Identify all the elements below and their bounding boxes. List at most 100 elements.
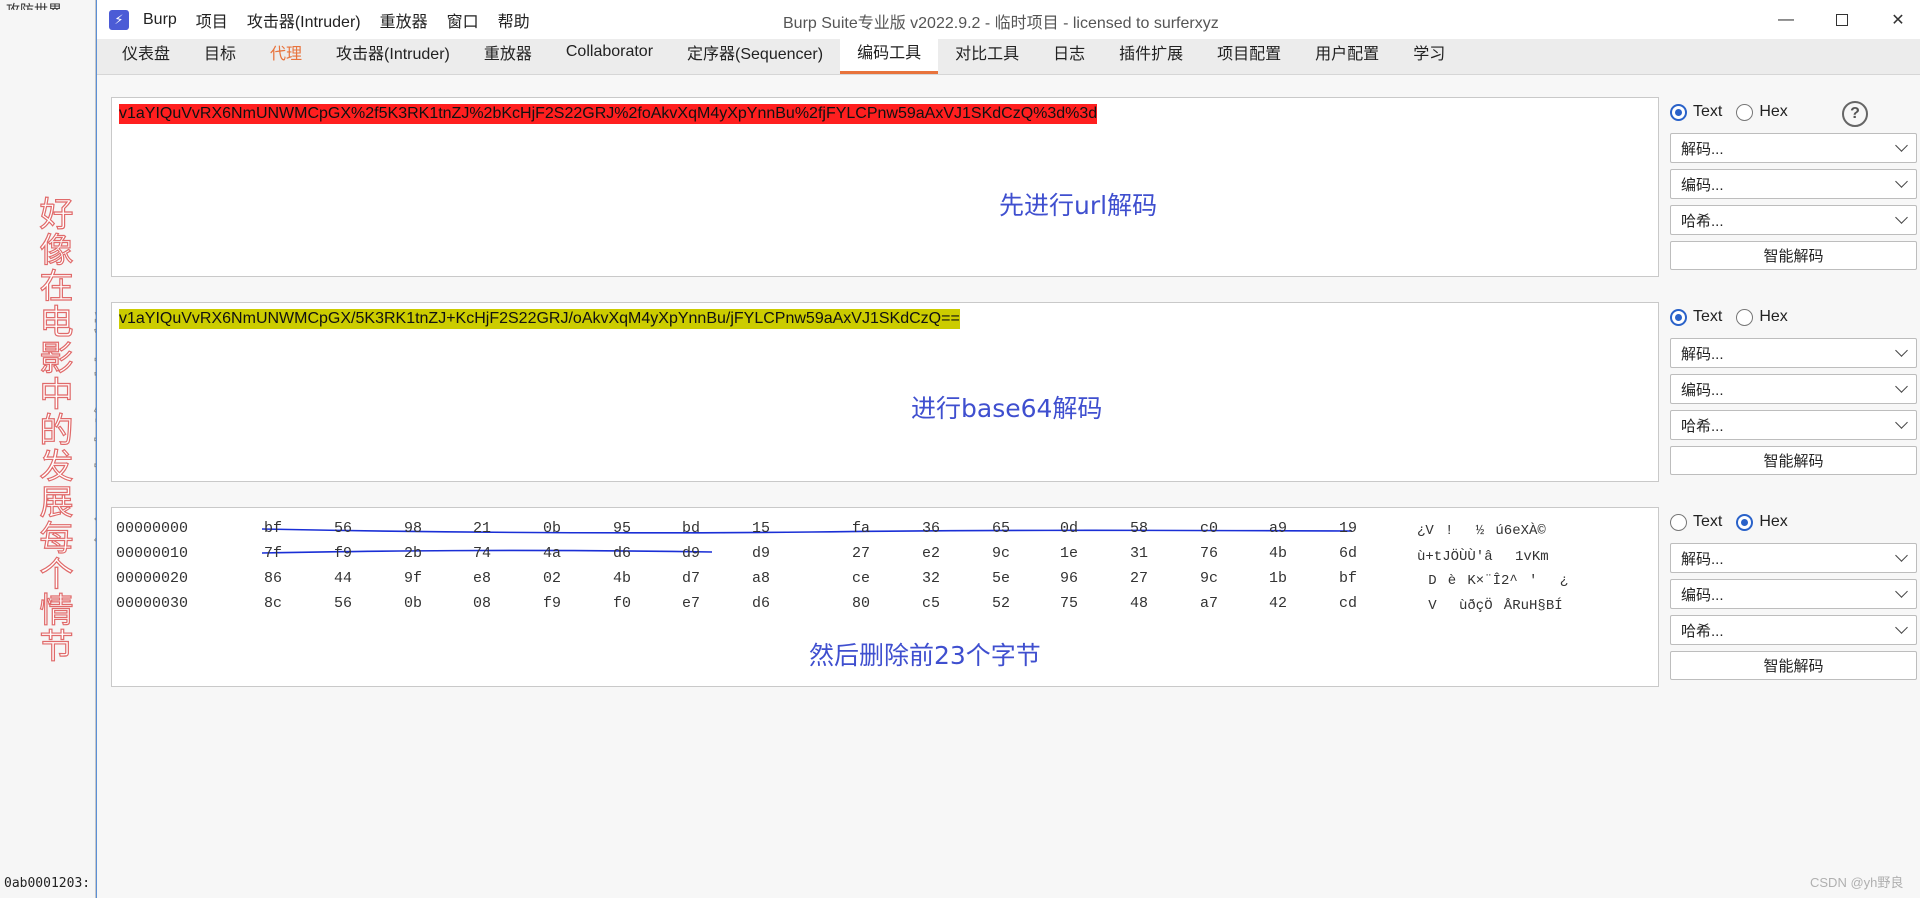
decoder-panel-2[interactable]: v1aYIQuVvRX6NmUNWMCpGX/5K3RK1tnZJ+KcHjF2… xyxy=(111,302,1659,482)
smart-decode-button[interactable]: 智能解码 xyxy=(1670,446,1917,475)
hex-byte[interactable]: 4a xyxy=(543,545,561,562)
decode-as-select[interactable]: 解码... xyxy=(1670,543,1917,573)
hex-byte[interactable]: 96 xyxy=(1060,570,1078,587)
tab-dashboard[interactable]: 仪表盘 xyxy=(105,38,187,74)
hex-byte[interactable]: 9f xyxy=(404,570,422,587)
hex-byte[interactable]: 48 xyxy=(1130,595,1148,612)
menu-project[interactable]: 项目 xyxy=(196,8,228,32)
tab-logger[interactable]: 日志 xyxy=(1036,38,1102,74)
tab-project-options[interactable]: 项目配置 xyxy=(1200,38,1298,74)
hex-byte[interactable]: 5e xyxy=(992,570,1010,587)
hex-byte[interactable]: e7 xyxy=(682,595,700,612)
hex-byte[interactable]: fa xyxy=(852,520,870,537)
hex-byte[interactable]: 58 xyxy=(1130,520,1148,537)
menu-help[interactable]: 帮助 xyxy=(498,8,530,32)
hex-byte[interactable]: c0 xyxy=(1200,520,1218,537)
hex-byte[interactable]: 52 xyxy=(992,595,1010,612)
hex-byte[interactable]: d9 xyxy=(682,545,700,562)
tab-learn[interactable]: 学习 xyxy=(1396,38,1462,74)
help-icon[interactable]: ? xyxy=(1842,101,1868,127)
smart-decode-button[interactable]: 智能解码 xyxy=(1670,241,1917,270)
hex-byte[interactable]: e2 xyxy=(922,545,940,562)
hex-byte[interactable]: bd xyxy=(682,520,700,537)
hex-byte[interactable]: a7 xyxy=(1200,595,1218,612)
tab-intruder[interactable]: 攻击器(Intruder) xyxy=(319,38,467,74)
hex-byte[interactable]: 4b xyxy=(613,570,631,587)
hex-byte[interactable]: a9 xyxy=(1269,520,1287,537)
menu-burp[interactable]: Burp xyxy=(143,11,177,29)
hex-byte[interactable]: 75 xyxy=(1060,595,1078,612)
hex-byte[interactable]: 1b xyxy=(1269,570,1287,587)
hex-byte[interactable]: 19 xyxy=(1339,520,1357,537)
decode-as-select[interactable]: 解码... xyxy=(1670,133,1917,163)
hex-byte[interactable]: e8 xyxy=(473,570,491,587)
panel-2-output-text[interactable]: v1aYIQuVvRX6NmUNWMCpGX/5K3RK1tnZJ+KcHjF2… xyxy=(119,309,960,329)
hex-byte[interactable]: bf xyxy=(264,520,282,537)
tab-collaborator[interactable]: Collaborator xyxy=(549,38,670,74)
encode-as-select[interactable]: 编码... xyxy=(1670,579,1917,609)
tab-target[interactable]: 目标 xyxy=(187,38,253,74)
hex-byte[interactable]: 0b xyxy=(543,520,561,537)
hex-byte[interactable]: 9c xyxy=(992,545,1010,562)
hex-byte[interactable]: 4b xyxy=(1269,545,1287,562)
hex-byte[interactable]: 15 xyxy=(752,520,770,537)
hex-byte[interactable]: d6 xyxy=(613,545,631,562)
hex-byte[interactable]: ce xyxy=(852,570,870,587)
hex-byte[interactable]: 44 xyxy=(334,570,352,587)
tab-sequencer[interactable]: 定序器(Sequencer) xyxy=(670,38,840,74)
hex-byte[interactable]: 56 xyxy=(334,595,352,612)
tab-comparer[interactable]: 对比工具 xyxy=(938,38,1036,74)
tab-decoder[interactable]: 编码工具 xyxy=(840,38,939,74)
close-button[interactable]: ✕ xyxy=(1875,0,1920,39)
tab-user-options[interactable]: 用户配置 xyxy=(1298,38,1396,74)
hash-select[interactable]: 哈希... xyxy=(1670,615,1917,645)
hex-byte[interactable]: 27 xyxy=(852,545,870,562)
hex-byte[interactable]: f9 xyxy=(334,545,352,562)
hex-byte[interactable]: 21 xyxy=(473,520,491,537)
hex-byte[interactable]: 8c xyxy=(264,595,282,612)
hex-byte[interactable]: 76 xyxy=(1200,545,1218,562)
hex-byte[interactable]: bf xyxy=(1339,570,1357,587)
decoder-panel-1[interactable]: v1aYIQuVvRX6NmUNWMCpGX%2f5K3RK1tnZJ%2bKc… xyxy=(111,97,1659,277)
hex-byte[interactable]: d7 xyxy=(682,570,700,587)
text-radio[interactable]: Text xyxy=(1670,103,1722,121)
tab-repeater[interactable]: 重放器 xyxy=(467,38,549,74)
hex-byte[interactable]: 9c xyxy=(1200,570,1218,587)
hex-byte[interactable]: 7f xyxy=(264,545,282,562)
hash-select[interactable]: 哈希... xyxy=(1670,205,1917,235)
hex-byte[interactable]: 74 xyxy=(473,545,491,562)
hex-byte[interactable]: 80 xyxy=(852,595,870,612)
hex-byte[interactable]: 98 xyxy=(404,520,422,537)
hex-byte[interactable]: cd xyxy=(1339,595,1357,612)
hex-byte[interactable]: f0 xyxy=(613,595,631,612)
menu-intruder[interactable]: 攻击器(Intruder) xyxy=(247,8,361,32)
hex-byte[interactable]: a8 xyxy=(752,570,770,587)
hex-byte[interactable]: 32 xyxy=(922,570,940,587)
hex-byte[interactable]: 08 xyxy=(473,595,491,612)
maximize-button[interactable] xyxy=(1819,0,1865,39)
menu-window[interactable]: 窗口 xyxy=(447,8,479,32)
decoder-panel-3-hex[interactable]: 然后删除前23个字节 00000000 bf 56 98 21 0b 95 bd 15 fa 36 6… xyxy=(111,507,1659,687)
hex-byte[interactable]: d6 xyxy=(752,595,770,612)
hex-byte[interactable]: 65 xyxy=(992,520,1010,537)
encode-as-select[interactable]: 编码... xyxy=(1670,169,1917,199)
hex-byte[interactable]: 36 xyxy=(922,520,940,537)
panel-1-input-text[interactable]: v1aYIQuVvRX6NmUNWMCpGX%2f5K3RK1tnZJ%2bKc… xyxy=(119,104,1098,124)
menu-repeater[interactable]: 重放器 xyxy=(380,8,428,32)
hex-byte[interactable]: 86 xyxy=(264,570,282,587)
hex-radio[interactable]: Hex xyxy=(1736,308,1788,326)
hex-radio[interactable]: Hex xyxy=(1736,513,1788,531)
hex-byte[interactable]: 31 xyxy=(1130,545,1148,562)
hex-byte[interactable]: 2b xyxy=(404,545,422,562)
hex-byte[interactable]: c5 xyxy=(922,595,940,612)
hex-byte[interactable]: 56 xyxy=(334,520,352,537)
encode-as-select[interactable]: 编码... xyxy=(1670,374,1917,404)
hex-byte[interactable]: 1e xyxy=(1060,545,1078,562)
hex-byte[interactable]: 42 xyxy=(1269,595,1287,612)
hex-byte[interactable]: 95 xyxy=(613,520,631,537)
hex-byte[interactable]: 02 xyxy=(543,570,561,587)
hex-radio[interactable]: Hex xyxy=(1736,103,1788,121)
hex-byte[interactable]: 6d xyxy=(1339,545,1357,562)
minimize-button[interactable]: — xyxy=(1763,0,1809,39)
tab-extensions[interactable]: 插件扩展 xyxy=(1102,38,1200,74)
